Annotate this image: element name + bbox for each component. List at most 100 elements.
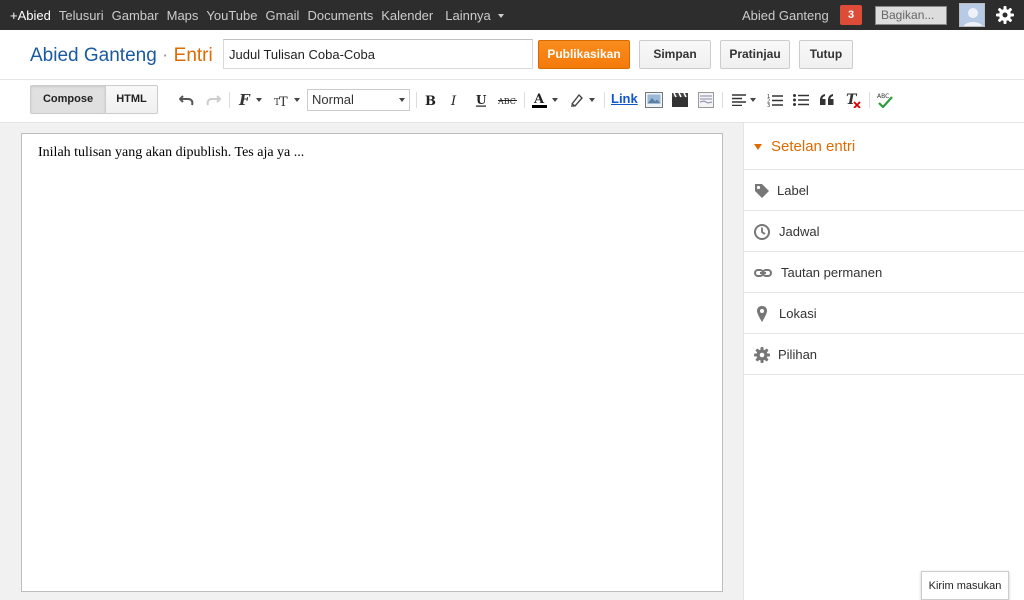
send-feedback-button[interactable]: Kirim masukan	[921, 571, 1009, 600]
nav-link-profile[interactable]: +Abied	[10, 8, 51, 23]
triangle-down-icon	[754, 144, 762, 150]
tag-icon	[755, 184, 769, 198]
svg-text:I: I	[450, 94, 457, 107]
nav-link-youtube[interactable]: YouTube	[206, 8, 257, 23]
text-size-icon: TT	[274, 95, 288, 107]
post-settings-header[interactable]: Setelan entri	[744, 123, 1024, 170]
toolbar-divider	[416, 92, 417, 108]
font-size-button[interactable]: TT	[271, 90, 303, 110]
user-name[interactable]: Abied Ganteng	[742, 8, 829, 23]
format-select-value: Normal	[312, 92, 354, 107]
svg-text:F: F	[238, 92, 251, 108]
nav-link-more[interactable]: Lainnya	[441, 8, 504, 23]
section-name: Entri	[173, 45, 213, 66]
chevron-down-icon	[589, 98, 595, 102]
blockquote-icon[interactable]	[817, 90, 837, 110]
close-button[interactable]: Tutup	[799, 40, 853, 69]
sidebar-item-label: Pilihan	[778, 347, 818, 362]
insert-link-button[interactable]: Link	[611, 91, 638, 106]
preview-button[interactable]: Pratinjau	[720, 40, 790, 69]
save-button[interactable]: Simpan	[639, 40, 711, 69]
sidebar-item-label: Label	[777, 183, 809, 198]
toolbar-divider	[869, 92, 870, 108]
highlight-color-button[interactable]	[566, 90, 598, 110]
publish-button[interactable]: Publikasikan	[538, 40, 630, 69]
post-header: Abied Ganteng · Entri Publikasikan Simpa…	[0, 30, 1024, 80]
post-editor[interactable]: Inilah tulisan yang akan dipublish. Tes …	[21, 133, 723, 592]
post-title-input[interactable]	[223, 39, 533, 69]
font-family-button[interactable]: F	[235, 90, 265, 110]
insert-jump-break-icon[interactable]	[696, 90, 716, 110]
nav-more-label: Lainnya	[445, 7, 491, 23]
page-title: Abied Ganteng · Entri	[30, 45, 213, 67]
link-icon	[754, 269, 772, 277]
sidebar-item-options[interactable]: Pilihan	[744, 334, 1024, 375]
toolbar-divider	[722, 92, 723, 108]
undo-icon[interactable]	[178, 90, 196, 110]
sidebar-item-schedule[interactable]: Jadwal	[744, 211, 1024, 252]
avatar[interactable]	[959, 3, 985, 27]
svg-text:3: 3	[767, 103, 770, 107]
chevron-down-icon	[256, 98, 262, 102]
strikethrough-icon[interactable]: ABC	[497, 90, 519, 110]
toolbar-divider	[229, 92, 230, 108]
share-box[interactable]: Bagikan...	[875, 6, 947, 25]
svg-text:T: T	[279, 95, 288, 107]
redo-icon[interactable]	[204, 90, 222, 110]
svg-text:ABC: ABC	[877, 93, 889, 100]
nav-link-calendar[interactable]: Kalender	[381, 8, 433, 23]
nav-link-maps[interactable]: Maps	[167, 8, 199, 23]
nav-link-documents[interactable]: Documents	[307, 8, 373, 23]
bulleted-list-icon[interactable]	[791, 90, 811, 110]
sidebar-item-labels[interactable]: Label	[744, 170, 1024, 211]
text-color-button[interactable]: A	[530, 90, 560, 110]
paragraph-format-select[interactable]: Normal	[307, 89, 410, 111]
post-body-text[interactable]: Inilah tulisan yang akan dipublish. Tes …	[38, 145, 304, 161]
clock-icon	[754, 224, 770, 240]
italic-icon[interactable]: I	[446, 90, 464, 110]
blog-name[interactable]: Abied Ganteng	[30, 45, 157, 66]
chevron-down-icon	[294, 98, 300, 102]
toolbar-divider	[524, 92, 525, 108]
editor-toolbar: Compose HTML F TT Normal B I U ABC A Lin…	[0, 80, 1024, 123]
sidebar-item-label: Tautan permanen	[781, 265, 883, 280]
svg-text:A: A	[533, 92, 545, 107]
numbered-list-icon[interactable]: 123	[765, 90, 785, 110]
svg-text:ABC: ABC	[498, 97, 516, 106]
nav-link-images[interactable]: Gambar	[112, 8, 159, 23]
alignment-button[interactable]	[729, 90, 759, 110]
chevron-down-icon	[399, 98, 405, 102]
compose-mode-button[interactable]: Compose	[30, 85, 106, 114]
sidebar-item-location[interactable]: Lokasi	[744, 293, 1024, 334]
location-pin-icon	[757, 306, 767, 322]
font-icon: F	[238, 92, 251, 108]
user-avatar-icon	[960, 4, 984, 26]
text-color-icon: A	[532, 92, 547, 108]
post-settings-title: Setelan entri	[771, 138, 856, 155]
chevron-down-icon	[750, 98, 756, 102]
svg-text:U: U	[476, 93, 487, 107]
highlighter-icon	[570, 93, 583, 107]
insert-video-icon[interactable]	[670, 90, 690, 110]
svg-text:B: B	[425, 94, 436, 107]
chevron-down-icon	[497, 14, 504, 19]
align-left-icon	[732, 94, 746, 106]
notification-badge[interactable]: 3	[840, 5, 862, 25]
remove-formatting-icon[interactable]: T	[843, 90, 863, 110]
spellcheck-icon[interactable]: ABC	[875, 90, 895, 110]
title-separator: ·	[162, 45, 169, 66]
html-mode-button[interactable]: HTML	[105, 85, 158, 114]
google-nav: +Abied Telusuri Gambar Maps YouTube Gmai…	[6, 0, 508, 30]
post-settings-panel: Setelan entri Label Jadwal Tautan perman…	[743, 123, 1024, 600]
underline-icon[interactable]: U	[472, 90, 490, 110]
bold-icon[interactable]: B	[421, 90, 439, 110]
toolbar-divider	[604, 92, 605, 108]
nav-link-gmail[interactable]: Gmail	[266, 8, 300, 23]
gear-icon	[754, 347, 770, 363]
sidebar-item-permalink[interactable]: Tautan permanen	[744, 252, 1024, 293]
chevron-down-icon	[552, 98, 558, 102]
insert-image-icon[interactable]	[644, 90, 664, 110]
settings-gear-icon[interactable]	[995, 5, 1015, 25]
nav-link-search[interactable]: Telusuri	[59, 8, 104, 23]
google-bar: +Abied Telusuri Gambar Maps YouTube Gmai…	[0, 0, 1024, 30]
